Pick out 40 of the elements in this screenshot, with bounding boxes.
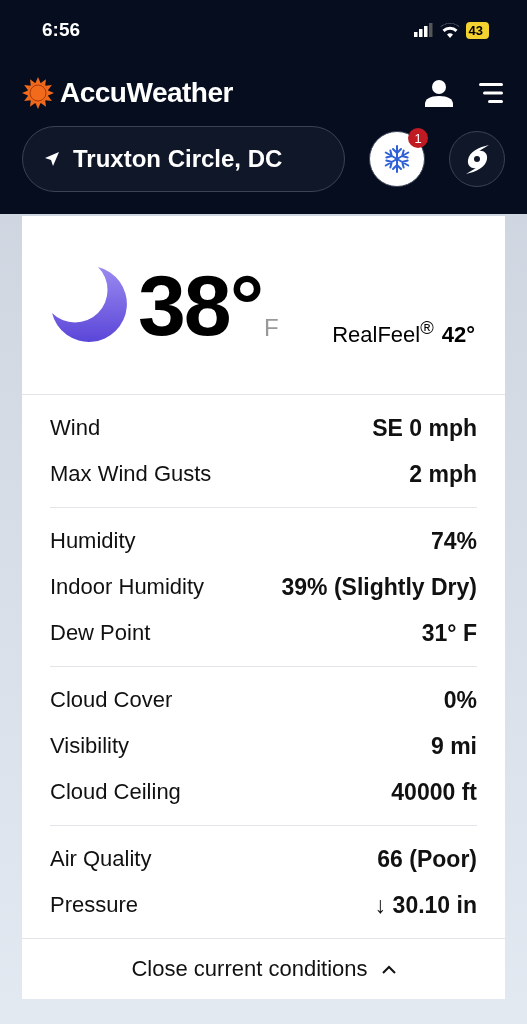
condition-value: 0% [443, 686, 477, 714]
user-icon[interactable] [425, 79, 453, 107]
condition-value: 31° F [421, 619, 477, 647]
temperature-unit: F [264, 314, 279, 342]
condition-value: 2 mph [409, 460, 477, 488]
condition-value: 66 (Poor) [377, 845, 477, 873]
condition-value: 40000 ft [391, 778, 477, 806]
menu-icon[interactable] [479, 82, 503, 104]
condition-value: 39% (Slightly Dry) [281, 573, 477, 601]
realfeel-value: 42° [441, 322, 475, 348]
condition-label: Visibility [50, 733, 130, 759]
condition-value: 9 mi [430, 732, 477, 760]
condition-label: Pressure [50, 892, 139, 918]
condition-label: Cloud Cover [50, 687, 173, 713]
location-arrow-icon [45, 152, 59, 166]
temperature: 38° [138, 255, 263, 355]
signal-icon [413, 23, 434, 37]
condition-label: Max Wind Gusts [50, 461, 212, 487]
wifi-icon [439, 22, 460, 38]
snowflake-icon [382, 144, 412, 174]
location-button[interactable]: Truxton Circle, DC [22, 126, 345, 192]
realfeel-label: RealFeel$^{®}$ [332, 316, 434, 348]
hurricane-button[interactable] [449, 131, 505, 187]
battery-level: 43 [465, 21, 489, 39]
condition-label: Wind [50, 415, 101, 441]
sun-logo-icon [22, 77, 54, 109]
alert-count-badge: 1 [408, 128, 428, 148]
condition-value: 74% [430, 527, 477, 555]
winter-alert-button[interactable]: 1 [369, 131, 425, 187]
close-conditions-button[interactable]: Close current conditions [125, 955, 402, 983]
brand-name: AccuWeather [60, 77, 233, 109]
condition-label: Air Quality [50, 846, 152, 872]
condition-label: Indoor Humidity [50, 574, 205, 600]
condition-label: Cloud Ceiling [50, 779, 181, 805]
condition-value: ↓ 30.10 in [374, 891, 477, 919]
condition-label: Dew Point [50, 620, 151, 646]
condition-value: SE 0 mph [372, 414, 477, 442]
status-time: 6:56 [42, 19, 81, 41]
crescent-moon-icon [52, 267, 130, 343]
condition-label: Humidity [50, 528, 136, 554]
